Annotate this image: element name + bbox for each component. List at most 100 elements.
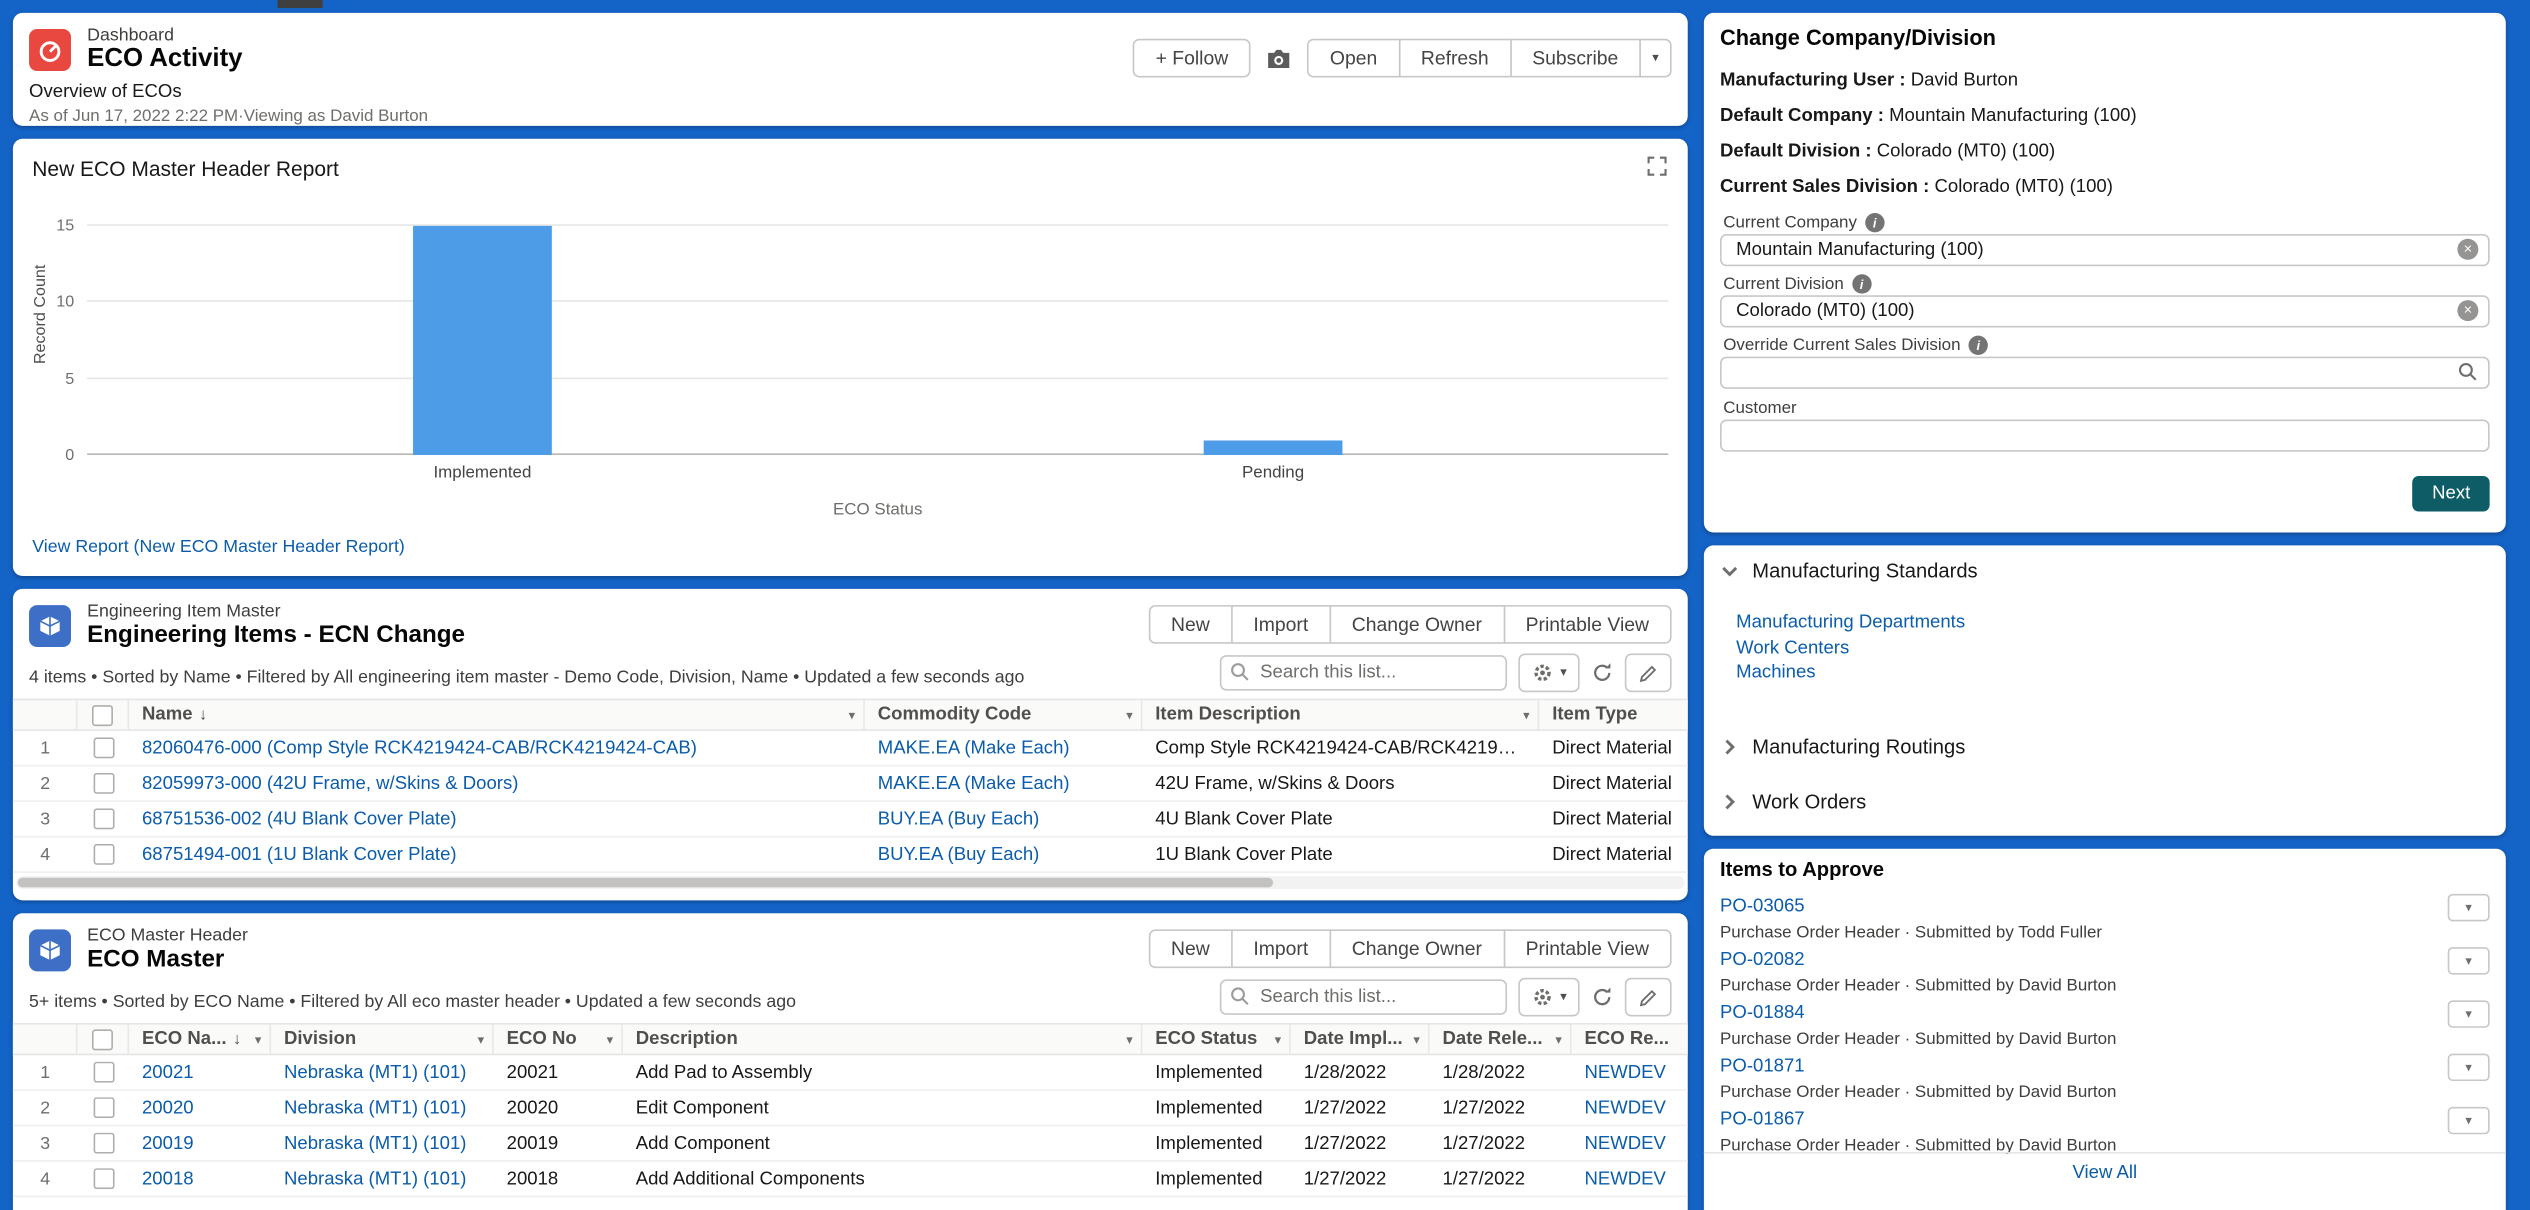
table-row[interactable]: 3 68751536-002 (4U Blank Cover Plate) BU… bbox=[13, 802, 1688, 837]
next-button[interactable]: Next bbox=[2413, 476, 2490, 511]
edit-list-button[interactable] bbox=[1625, 978, 1672, 1017]
column-header-name[interactable]: Name↓ ▾ bbox=[129, 700, 865, 729]
row-checkbox[interactable] bbox=[77, 1062, 129, 1083]
table-row[interactable]: 4 68751494-001 (1U Blank Cover Plate) BU… bbox=[13, 837, 1688, 872]
eco-reason-link[interactable]: NEWDEV bbox=[1584, 1133, 1665, 1152]
eco-name-link[interactable]: 20020 bbox=[142, 1098, 194, 1117]
item-actions-button[interactable]: ▾ bbox=[2448, 894, 2490, 921]
info-icon[interactable]: i bbox=[1865, 213, 1884, 232]
table-row[interactable]: 3 20019 Nebraska (MT1) (101) 20019 Add C… bbox=[13, 1126, 1688, 1161]
table-row[interactable]: 2 20020 Nebraska (MT1) (101) 20020 Edit … bbox=[13, 1091, 1688, 1126]
table-row[interactable]: 4 20018 Nebraska (MT1) (101) 20018 Add A… bbox=[13, 1162, 1688, 1197]
commodity-code-link[interactable]: BUY.EA (Buy Each) bbox=[878, 845, 1040, 864]
item-actions-button[interactable]: ▾ bbox=[2448, 1000, 2490, 1027]
commodity-code-link[interactable]: MAKE.EA (Make Each) bbox=[878, 774, 1070, 793]
refresh-icon[interactable] bbox=[1591, 662, 1614, 685]
item-actions-button[interactable]: ▾ bbox=[2448, 947, 2490, 974]
chevron-down-icon[interactable]: ▾ bbox=[1523, 708, 1529, 723]
po-link[interactable]: PO-01867 bbox=[1720, 1110, 1805, 1129]
row-checkbox[interactable] bbox=[77, 844, 129, 865]
select-all-checkbox[interactable] bbox=[77, 1025, 129, 1054]
division-link[interactable]: Nebraska (MT1) (101) bbox=[284, 1169, 467, 1188]
horizontal-scrollbar[interactable] bbox=[16, 876, 1684, 889]
eco-name-link[interactable]: 20019 bbox=[142, 1133, 194, 1152]
column-header-eco-name[interactable]: ECO Na...↓ ▾ bbox=[129, 1025, 271, 1054]
current-company-input[interactable] bbox=[1720, 234, 2490, 266]
work-centers-link[interactable]: Work Centers bbox=[1736, 638, 1965, 657]
eco-reason-link[interactable]: NEWDEV bbox=[1584, 1063, 1665, 1082]
view-all-link[interactable]: View All bbox=[2073, 1163, 2138, 1182]
po-link[interactable]: PO-01884 bbox=[1720, 1004, 1805, 1023]
eco-reason-link[interactable]: NEWDEV bbox=[1584, 1169, 1665, 1188]
import-button[interactable]: Import bbox=[1231, 605, 1331, 644]
chevron-down-icon[interactable]: ▾ bbox=[1126, 708, 1132, 723]
eco-name-link[interactable]: 20021 bbox=[142, 1063, 194, 1082]
chevron-down-icon[interactable]: ▾ bbox=[1555, 1032, 1561, 1047]
expand-icon[interactable] bbox=[1646, 155, 1669, 178]
list-settings-button[interactable]: ▾ bbox=[1518, 978, 1579, 1017]
po-link[interactable]: PO-01871 bbox=[1720, 1057, 1805, 1076]
table-row[interactable]: 1 20021 Nebraska (MT1) (101) 20021 Add P… bbox=[13, 1055, 1688, 1090]
column-header-date-released[interactable]: Date Rele...▾ bbox=[1430, 1025, 1572, 1054]
refresh-icon[interactable] bbox=[1591, 986, 1614, 1009]
list-settings-button[interactable]: ▾ bbox=[1518, 653, 1579, 692]
change-owner-button[interactable]: Change Owner bbox=[1329, 929, 1504, 968]
column-header-item-type[interactable]: Item Type bbox=[1539, 700, 1687, 729]
info-icon[interactable]: i bbox=[1852, 274, 1871, 293]
view-report-link[interactable]: View Report (New ECO Master Header Repor… bbox=[32, 537, 405, 556]
division-link[interactable]: Nebraska (MT1) (101) bbox=[284, 1133, 467, 1152]
row-checkbox[interactable] bbox=[77, 1133, 129, 1154]
open-button[interactable]: Open bbox=[1307, 39, 1400, 78]
chevron-down-icon[interactable]: ▾ bbox=[255, 1032, 261, 1047]
commodity-code-link[interactable]: MAKE.EA (Make Each) bbox=[878, 738, 1070, 757]
division-link[interactable]: Nebraska (MT1) (101) bbox=[284, 1098, 467, 1117]
row-checkbox[interactable] bbox=[77, 737, 129, 758]
column-header-commodity-code[interactable]: Commodity Code▾ bbox=[865, 700, 1143, 729]
column-header-eco-status[interactable]: ECO Status▾ bbox=[1142, 1025, 1290, 1054]
item-name-link[interactable]: 82060476-000 (Comp Style RCK4219424-CAB/… bbox=[142, 738, 697, 757]
column-header-item-description[interactable]: Item Description▾ bbox=[1142, 700, 1539, 729]
eco-name-link[interactable]: 20018 bbox=[142, 1169, 194, 1188]
column-header-description[interactable]: Description▾ bbox=[623, 1025, 1143, 1054]
override-sales-division-input[interactable] bbox=[1720, 357, 2490, 389]
row-checkbox[interactable] bbox=[77, 773, 129, 794]
bar-pending[interactable] bbox=[1204, 440, 1343, 455]
camera-icon[interactable] bbox=[1265, 46, 1292, 70]
chevron-down-icon[interactable]: ▾ bbox=[1413, 1032, 1419, 1047]
chevron-down-icon[interactable]: ▾ bbox=[607, 1032, 613, 1047]
division-link[interactable]: Nebraska (MT1) (101) bbox=[284, 1063, 467, 1082]
chevron-down-icon[interactable]: ▾ bbox=[478, 1032, 484, 1047]
change-owner-button[interactable]: Change Owner bbox=[1329, 605, 1504, 644]
search-icon[interactable] bbox=[2457, 361, 2478, 390]
po-link[interactable]: PO-03065 bbox=[1720, 897, 1805, 916]
item-name-link[interactable]: 82059973-000 (42U Frame, w/Skins & Doors… bbox=[142, 774, 518, 793]
eco-reason-link[interactable]: NEWDEV bbox=[1584, 1098, 1665, 1117]
printable-view-button[interactable]: Printable View bbox=[1503, 605, 1672, 644]
item-actions-button[interactable]: ▾ bbox=[2448, 1054, 2490, 1081]
clear-icon[interactable]: × bbox=[2457, 300, 2478, 321]
table-row[interactable]: 1 82060476-000 (Comp Style RCK4219424-CA… bbox=[13, 731, 1688, 766]
section-manufacturing-routings[interactable]: Manufacturing Routings bbox=[1720, 736, 1965, 759]
machines-link[interactable]: Machines bbox=[1736, 663, 1965, 682]
current-division-input[interactable] bbox=[1720, 295, 2490, 327]
row-checkbox[interactable] bbox=[77, 808, 129, 829]
section-work-orders[interactable]: Work Orders bbox=[1720, 791, 1866, 814]
scrollbar-thumb[interactable] bbox=[18, 878, 1273, 888]
item-actions-button[interactable]: ▾ bbox=[2448, 1107, 2490, 1134]
column-header-division[interactable]: Division▾ bbox=[271, 1025, 494, 1054]
clear-icon[interactable]: × bbox=[2457, 239, 2478, 260]
edit-list-button[interactable] bbox=[1625, 653, 1672, 692]
new-button[interactable]: New bbox=[1148, 929, 1232, 968]
refresh-button[interactable]: Refresh bbox=[1398, 39, 1511, 78]
po-link[interactable]: PO-02082 bbox=[1720, 950, 1805, 969]
column-header-eco-no[interactable]: ECO No▾ bbox=[494, 1025, 623, 1054]
import-button[interactable]: Import bbox=[1231, 929, 1331, 968]
chevron-down-icon[interactable]: ▾ bbox=[1126, 1032, 1132, 1047]
item-name-link[interactable]: 68751536-002 (4U Blank Cover Plate) bbox=[142, 809, 457, 828]
section-manufacturing-standards[interactable]: Manufacturing Standards bbox=[1720, 560, 1978, 583]
new-button[interactable]: New bbox=[1148, 605, 1232, 644]
select-all-checkbox[interactable] bbox=[77, 700, 129, 729]
column-header-date-implemented[interactable]: Date Impl...▾ bbox=[1291, 1025, 1430, 1054]
item-name-link[interactable]: 68751494-001 (1U Blank Cover Plate) bbox=[142, 845, 457, 864]
commodity-code-link[interactable]: BUY.EA (Buy Each) bbox=[878, 809, 1040, 828]
